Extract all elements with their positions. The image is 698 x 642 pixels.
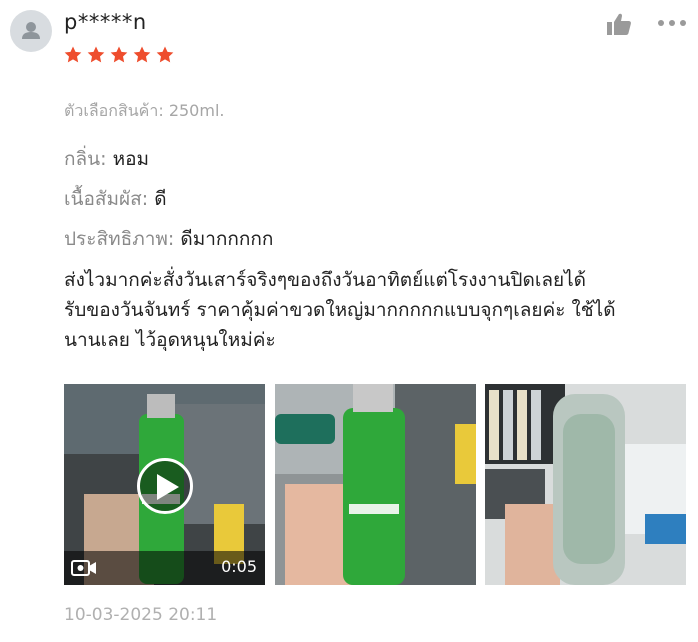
- attribute-value: หอม: [112, 148, 150, 170]
- star-icon: [156, 46, 174, 63]
- rating-stars: [63, 45, 175, 65]
- review-text: ส่งไวมากค่ะสั่งวันเสาร์จริงๆของถึงวันอาท…: [64, 269, 616, 351]
- attribute-texture: เนื้อสัมผัส: ดี: [64, 184, 167, 214]
- star-icon: [133, 46, 151, 63]
- attribute-value: ดี: [154, 188, 167, 210]
- bottle-photo: [275, 384, 476, 585]
- avatar: [10, 10, 52, 52]
- more-dots-icon[interactable]: [658, 20, 686, 26]
- attribute-effectiveness: ประสิทธิภาพ: ดีมากกกกก: [64, 224, 273, 254]
- attribute-key: ประสิทธิภาพ:: [64, 228, 175, 250]
- star-icon: [87, 46, 105, 63]
- attribute-key: กลิ่น:: [64, 148, 107, 170]
- review-date: 10-03-2025 20:11: [64, 605, 218, 625]
- video-bar: 0:05: [64, 551, 265, 585]
- video-duration: 0:05: [221, 557, 257, 576]
- review-photo-1[interactable]: [275, 384, 476, 585]
- star-icon: [64, 46, 82, 63]
- play-icon[interactable]: [137, 458, 193, 514]
- star-icon: [110, 46, 128, 63]
- attribute-key: เนื้อสัมผัส:: [64, 188, 149, 210]
- attribute-value: ดีมากกกกก: [180, 228, 274, 250]
- video-camera-icon: [71, 560, 96, 576]
- review-photo-2[interactable]: [485, 384, 686, 585]
- wrapped-bottle-photo: [485, 384, 686, 585]
- username: p*****n: [64, 10, 147, 34]
- variation-label: ตัวเลือกสินค้า: 250ml.: [64, 101, 225, 120]
- attribute-scent: กลิ่น: หอม: [64, 144, 149, 174]
- thumbs-up-icon[interactable]: [606, 12, 632, 36]
- user-icon: [22, 22, 40, 39]
